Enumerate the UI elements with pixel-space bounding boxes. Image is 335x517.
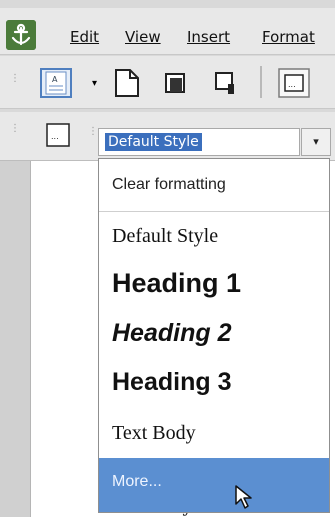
mouse-cursor-icon — [235, 485, 252, 509]
frame-icon[interactable]: ... — [44, 121, 72, 149]
dropdown-item-default-style[interactable]: Default Style — [99, 212, 329, 260]
menu-edit[interactable]: Edit — [70, 28, 99, 46]
standard-toolbar: ⋮ A ▾ ... — [0, 56, 335, 109]
svg-text:...: ... — [51, 132, 59, 141]
dropdown-item-heading-3[interactable]: Heading 3 — [99, 360, 329, 410]
menubar: Edit View Insert Format — [0, 8, 335, 55]
menu-view[interactable]: View — [125, 28, 161, 46]
toolbar-separator — [260, 66, 262, 98]
frame-icon[interactable]: ... — [276, 66, 312, 100]
menu-view-label: View — [125, 28, 161, 46]
paragraph-style-input[interactable]: Default Style — [98, 128, 300, 156]
dropdown-item-label: More... — [112, 473, 162, 490]
dropdown-item-label: Heading 2 — [112, 319, 232, 347]
toolbar-grip-icon: ⋮ — [88, 126, 98, 137]
copy-icon[interactable] — [160, 68, 190, 98]
paragraph-style-dropdown: Clear formatting Default Style Heading 1… — [98, 158, 330, 513]
toolbar-grip-icon[interactable]: ⋮ — [10, 124, 20, 134]
dropdown-item-label: Heading 1 — [112, 268, 242, 298]
dropdown-item-clear-formatting[interactable]: Clear formatting — [99, 159, 329, 211]
chevron-down-icon: ▾ — [313, 135, 319, 148]
dropdown-item-label: Clear formatting — [112, 176, 226, 193]
dropdown-item-heading-2[interactable]: Heading 2 — [99, 312, 329, 360]
dropdown-item-more[interactable]: More... — [99, 458, 329, 512]
anchor-icon[interactable] — [6, 20, 36, 50]
svg-text:A: A — [52, 75, 58, 84]
dropdown-item-label: Default Style — [112, 225, 219, 247]
menu-insert[interactable]: Insert — [187, 28, 230, 46]
document-dropdown-icon[interactable]: ▾ — [92, 78, 97, 89]
menu-format[interactable]: Format — [262, 28, 315, 46]
document-icon[interactable]: A — [38, 66, 74, 100]
menu-edit-label: Edit — [70, 28, 100, 46]
paragraph-style-value: Default Style — [105, 133, 202, 151]
dropdown-item-label: Text Body — [112, 422, 196, 444]
dropdown-item-heading-1[interactable]: Heading 1 — [99, 260, 329, 312]
toolbar-grip-icon[interactable]: ⋮ — [10, 74, 20, 84]
dropdown-item-label: Heading 3 — [112, 368, 232, 396]
paste-icon[interactable] — [210, 68, 240, 98]
paragraph-style-dropdown-button[interactable]: ▾ — [301, 128, 331, 156]
svg-text:...: ... — [288, 80, 296, 89]
new-document-icon[interactable] — [110, 66, 142, 100]
menu-format-label: Format — [262, 28, 315, 46]
menu-insert-label: Insert — [187, 28, 231, 46]
dropdown-item-text-body[interactable]: Text Body — [99, 410, 329, 458]
